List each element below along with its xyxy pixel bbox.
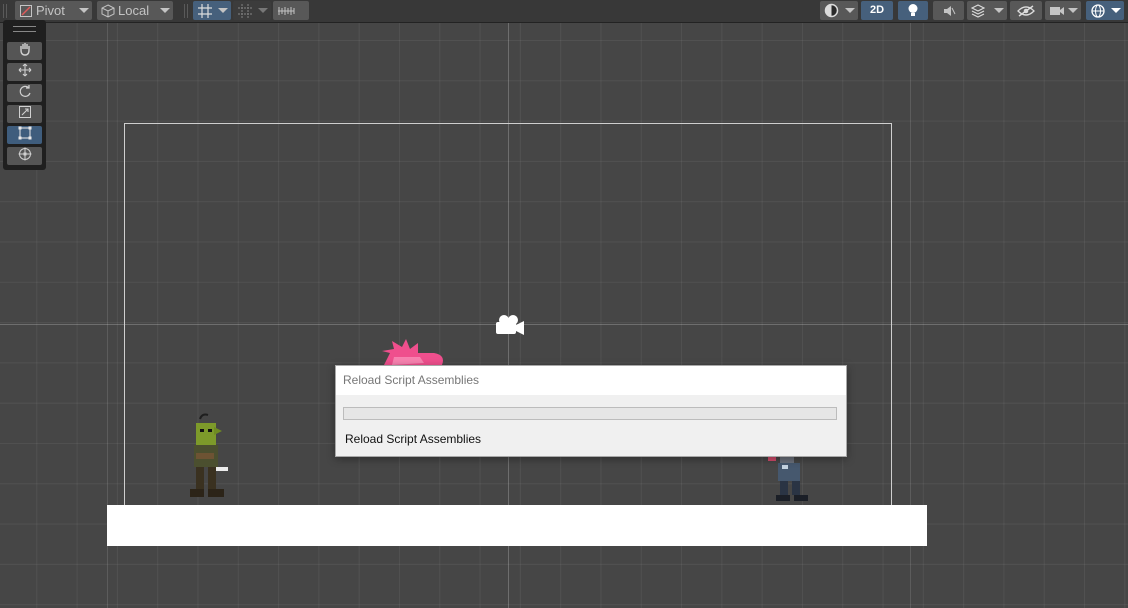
effects-dropdown[interactable]	[967, 1, 1007, 20]
mode-2d-toggle[interactable]: 2D	[861, 1, 893, 20]
camera-dropdown[interactable]	[1045, 1, 1081, 20]
snap-increment-icon	[237, 3, 253, 19]
chevron-down-icon	[1111, 8, 1121, 13]
chevron-down-icon	[160, 8, 170, 13]
local-dropdown[interactable]: Local	[97, 1, 173, 20]
toolbar-grip[interactable]	[3, 4, 7, 18]
chevron-down-icon	[79, 8, 89, 13]
mode-2d-label: 2D	[869, 4, 885, 16]
local-space-icon	[101, 3, 115, 18]
move-tool-button[interactable]	[7, 63, 42, 81]
camera-gizmo-icon[interactable]	[492, 314, 526, 343]
snap-increment-button[interactable]	[233, 1, 271, 20]
ruler-icon	[277, 4, 295, 18]
dialog-message: Reload Script Assemblies	[345, 432, 482, 446]
lighting-icon	[907, 3, 919, 18]
zombie-sprite[interactable]	[766, 455, 820, 508]
rect-tool-button[interactable]	[7, 126, 42, 144]
pivot-dropdown[interactable]: Pivot	[15, 1, 92, 20]
transform-tool-button[interactable]	[7, 147, 42, 165]
scale-tool-button[interactable]	[7, 105, 42, 123]
rotate-icon	[18, 84, 32, 103]
toolbar-grip[interactable]	[184, 4, 188, 18]
lighting-toggle[interactable]	[898, 1, 928, 20]
hand-tool-button[interactable]	[7, 42, 42, 60]
progress-dialog: Reload Script Assemblies Reload Script A…	[335, 365, 847, 457]
pivot-icon	[19, 4, 33, 18]
chevron-down-icon	[845, 8, 855, 13]
grid-snap-icon	[197, 3, 213, 19]
move-icon	[18, 63, 32, 82]
grid-snap-toggle[interactable]	[193, 1, 231, 20]
audio-icon	[942, 4, 956, 18]
local-label: Local	[118, 3, 150, 18]
pivot-label: Pivot	[36, 3, 65, 18]
scene-toolbar: Pivot Local 2D	[0, 0, 1128, 23]
hand-icon	[18, 42, 32, 61]
gizmos-icon	[1090, 3, 1106, 19]
gizmos-dropdown[interactable]	[1086, 1, 1124, 20]
effects-icon	[971, 3, 985, 18]
scale-icon	[18, 105, 32, 124]
chevron-down-icon	[994, 8, 1004, 13]
visibility-icon	[1017, 4, 1035, 17]
dialog-title: Reload Script Assemblies	[336, 366, 846, 395]
goblin-sprite[interactable]	[186, 413, 236, 506]
audio-toggle[interactable]	[933, 1, 964, 20]
ground-platform[interactable]	[107, 505, 927, 546]
shading-mode-dropdown[interactable]	[820, 1, 858, 20]
chevron-down-icon	[218, 8, 228, 13]
rotate-tool-button[interactable]	[7, 84, 42, 102]
camera-icon	[1049, 5, 1065, 17]
transform-icon	[18, 147, 32, 166]
tools-overlay	[3, 20, 46, 170]
scene-visibility-toggle[interactable]	[1010, 1, 1042, 20]
shading-mode-icon	[824, 3, 839, 18]
chevron-down-icon	[258, 8, 268, 13]
scene-view[interactable]	[0, 23, 1128, 608]
chevron-down-icon	[1068, 8, 1078, 13]
rect-transform-icon	[18, 126, 32, 145]
progress-bar	[343, 407, 837, 420]
ruler-button[interactable]	[273, 1, 309, 20]
tools-grip[interactable]	[13, 26, 36, 32]
